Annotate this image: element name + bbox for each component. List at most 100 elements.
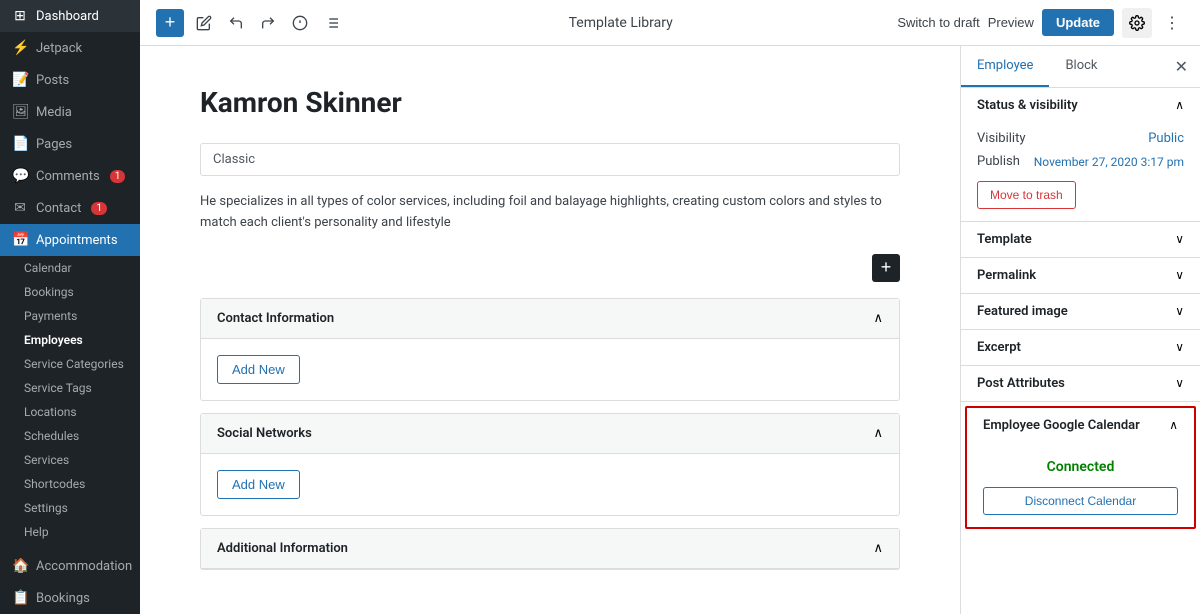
sidebar-item-comments[interactable]: 💬 Comments 1: [0, 160, 140, 192]
topbar-title: Template Library: [352, 15, 889, 31]
connected-status: Connected: [983, 451, 1178, 483]
sidebar-top-items: ⊞ Dashboard ⚡ Jetpack 📝 Posts 🖼 Media 📄 …: [0, 0, 140, 544]
topbar-right: Switch to draft Preview Update ⋮: [897, 8, 1184, 38]
settings-button[interactable]: [1122, 8, 1152, 38]
sidebar-child-shortcodes[interactable]: Shortcodes: [0, 472, 140, 496]
template-title: Template: [977, 232, 1032, 247]
google-calendar-title: Employee Google Calendar: [983, 418, 1140, 433]
post-attributes-section: Post Attributes: [961, 366, 1200, 402]
sidebar-child-service-tags[interactable]: Service Tags: [0, 376, 140, 400]
post-attributes-chevron: [1175, 376, 1184, 391]
contact-add-new-button[interactable]: Add New: [217, 355, 300, 384]
contact-badge: 1: [91, 202, 107, 215]
undo-button[interactable]: [224, 11, 248, 35]
panel-close-button[interactable]: ✕: [1163, 49, 1200, 85]
contact-info-header[interactable]: Contact Information ∧: [201, 299, 899, 339]
sidebar-child-bookings[interactable]: Bookings: [0, 280, 140, 304]
sidebar-item-pages[interactable]: 📄 Pages: [0, 128, 140, 160]
contact-info-body: Add New: [201, 339, 899, 400]
additional-info-chevron: ∧: [873, 541, 883, 556]
sidebar-item-media[interactable]: 🖼 Media: [0, 96, 140, 128]
contact-info-panel: Contact Information ∧ Add New: [200, 298, 900, 401]
sidebar-item-label: Contact: [36, 201, 81, 216]
google-calendar-section: Employee Google Calendar Connected Disco…: [965, 406, 1196, 529]
sidebar-child-settings[interactable]: Settings: [0, 496, 140, 520]
tab-employee[interactable]: Employee: [961, 46, 1049, 87]
sidebar-item-jetpack[interactable]: ⚡ Jetpack: [0, 32, 140, 64]
editor-description: He specializes in all types of color ser…: [200, 192, 900, 234]
list-view-button[interactable]: [320, 11, 344, 35]
media-icon: 🖼: [12, 104, 28, 120]
template-chevron: [1175, 232, 1184, 247]
sidebar-item-label: Comments: [36, 169, 100, 184]
permalink-chevron: [1175, 268, 1184, 283]
sidebar-child-employees[interactable]: Employees: [0, 328, 140, 352]
tab-block[interactable]: Block: [1049, 46, 1113, 87]
contact-info-title: Contact Information: [217, 311, 334, 326]
sidebar-item-contact[interactable]: ✉ Contact 1: [0, 192, 140, 224]
sidebar-item-dashboard[interactable]: ⊞ Dashboard: [0, 0, 140, 32]
excerpt-chevron: [1175, 340, 1184, 355]
classic-block: Classic: [200, 143, 900, 176]
sidebar-child-services[interactable]: Services: [0, 448, 140, 472]
sidebar-item-bookings2[interactable]: 📋 Bookings: [0, 582, 140, 614]
sidebar-child-schedules[interactable]: Schedules: [0, 424, 140, 448]
permalink-title: Permalink: [977, 268, 1036, 283]
social-networks-title: Social Networks: [217, 426, 312, 441]
sidebar-item-appointments[interactable]: 📅 Appointments: [0, 224, 140, 256]
publish-value[interactable]: November 27, 2020 3:17 pm: [1034, 155, 1184, 169]
preview-button[interactable]: Preview: [988, 15, 1034, 30]
comments-icon: 💬: [12, 168, 28, 184]
permalink-section: Permalink: [961, 258, 1200, 294]
dashboard-icon: ⊞: [12, 8, 28, 24]
redo-button[interactable]: [256, 11, 280, 35]
featured-image-title: Featured image: [977, 304, 1068, 319]
disconnect-calendar-button[interactable]: Disconnect Calendar: [983, 487, 1178, 515]
info-button[interactable]: [288, 11, 312, 35]
sidebar-child-calendar[interactable]: Calendar: [0, 256, 140, 280]
sidebar-child-service-categories[interactable]: Service Categories: [0, 352, 140, 376]
more-options-button[interactable]: ⋮: [1160, 9, 1184, 37]
additional-info-header[interactable]: Additional Information ∧: [201, 529, 899, 569]
social-networks-chevron: ∧: [873, 426, 883, 441]
move-to-trash-button[interactable]: Move to trash: [977, 181, 1076, 209]
publish-label: Publish: [977, 154, 1020, 169]
google-calendar-header[interactable]: Employee Google Calendar: [967, 408, 1194, 443]
editor-add-block-button[interactable]: +: [872, 254, 900, 282]
update-button[interactable]: Update: [1042, 9, 1114, 36]
accommodation-icon: 🏠: [12, 558, 28, 574]
social-networks-header[interactable]: Social Networks ∧: [201, 414, 899, 454]
switch-to-draft-button[interactable]: Switch to draft: [897, 15, 979, 30]
post-attributes-header[interactable]: Post Attributes: [961, 366, 1200, 401]
contact-icon: ✉: [12, 200, 28, 216]
status-visibility-section: Status & visibility Visibility Public Pu…: [961, 88, 1200, 222]
template-section: Template: [961, 222, 1200, 258]
sidebar-child-payments[interactable]: Payments: [0, 304, 140, 328]
permalink-header[interactable]: Permalink: [961, 258, 1200, 293]
sidebar-item-label: Jetpack: [36, 41, 82, 56]
visibility-value[interactable]: Public: [1148, 131, 1184, 146]
social-networks-panel: Social Networks ∧ Add New: [200, 413, 900, 516]
status-visibility-chevron: [1175, 98, 1184, 113]
add-block-button[interactable]: +: [156, 9, 184, 37]
classic-label: Classic: [201, 144, 899, 175]
publish-row: Publish November 27, 2020 3:17 pm: [977, 154, 1184, 169]
contact-info-chevron: ∧: [873, 311, 883, 326]
excerpt-header[interactable]: Excerpt: [961, 330, 1200, 365]
post-attributes-title: Post Attributes: [977, 376, 1065, 391]
sidebar-item-label: Pages: [36, 137, 72, 152]
social-networks-body: Add New: [201, 454, 899, 515]
sidebar-child-help[interactable]: Help: [0, 520, 140, 544]
jetpack-icon: ⚡: [12, 40, 28, 56]
template-header[interactable]: Template: [961, 222, 1200, 257]
edit-icon-button[interactable]: [192, 11, 216, 35]
social-add-new-button[interactable]: Add New: [217, 470, 300, 499]
featured-image-header[interactable]: Featured image: [961, 294, 1200, 329]
sidebar-item-accommodation[interactable]: 🏠 Accommodation: [0, 550, 140, 582]
status-visibility-header[interactable]: Status & visibility: [961, 88, 1200, 123]
sidebar-child-locations[interactable]: Locations: [0, 400, 140, 424]
sidebar-item-label: Media: [36, 105, 72, 120]
main-area: + Template Library Switch to draft Previ…: [140, 0, 1200, 614]
additional-info-panel: Additional Information ∧: [200, 528, 900, 570]
sidebar-item-posts[interactable]: 📝 Posts: [0, 64, 140, 96]
